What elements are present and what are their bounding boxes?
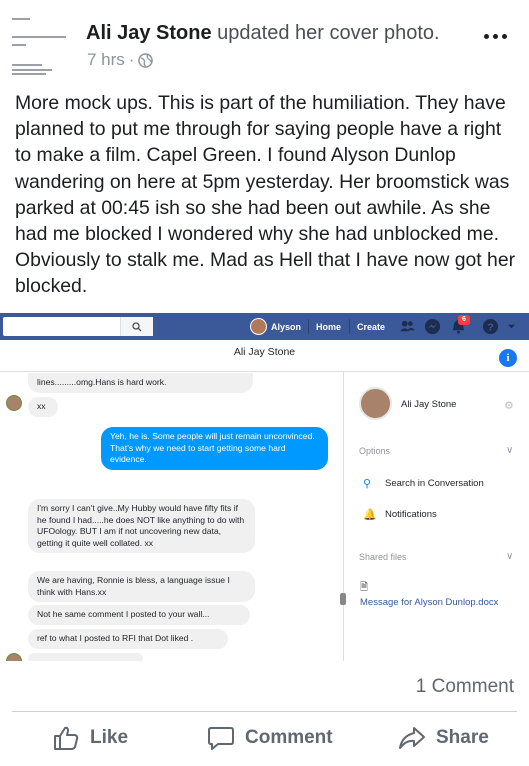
thumbnail-line — [12, 73, 46, 75]
messenger-icon[interactable] — [424, 318, 441, 335]
post-action: updated her cover photo. — [211, 22, 440, 44]
shared-files-label[interactable]: Shared files — [359, 552, 407, 562]
meta-dot: · — [128, 50, 135, 69]
message-bubble-incoming[interactable]: Not he same comment I posted to your wal… — [28, 605, 250, 625]
notification-badge: 6 — [458, 315, 470, 325]
more-dot — [484, 34, 489, 39]
scrollbar-thumb[interactable] — [340, 593, 346, 605]
panel-divider — [343, 371, 344, 661]
notifications-label: Notifications — [385, 509, 437, 520]
help-icon[interactable]: ? — [482, 318, 499, 335]
chevron-down-icon[interactable]: ∨ — [506, 445, 513, 456]
search-button[interactable] — [120, 317, 153, 336]
message-bubble-incoming[interactable] — [28, 653, 143, 661]
sender-avatar — [6, 653, 22, 661]
profile-name: Alyson — [271, 321, 302, 332]
shared-file-link[interactable]: Message for Alyson Dunlop.docx — [360, 597, 498, 608]
sender-avatar — [6, 395, 22, 411]
thumbnail-line — [12, 36, 66, 38]
user-avatar — [250, 318, 267, 335]
more-options-button[interactable] — [484, 34, 507, 39]
embedded-messenger-screenshot[interactable]: Alyson Home Create 6 ? Ali Jay Stone i l… — [0, 313, 529, 661]
public-globe-icon — [138, 52, 154, 68]
thumbnail-line — [12, 69, 52, 71]
contact-avatar[interactable] — [359, 387, 392, 420]
contact-name[interactable]: Ali Jay Stone — [401, 399, 456, 410]
search-icon: ⚲ — [363, 478, 372, 490]
message-bubble-incoming[interactable]: lines.........omg.Hans is hard work. — [28, 373, 253, 393]
account-menu-arrow-icon[interactable] — [507, 322, 516, 331]
search-in-conversation-label: Search in Conversation — [385, 478, 484, 489]
author-name[interactable]: Ali Jay Stone — [86, 22, 212, 44]
topbar-divider — [349, 319, 350, 334]
search-icon — [132, 321, 142, 331]
chevron-down-icon[interactable]: ∨ — [506, 551, 513, 562]
options-label[interactable]: Options — [359, 446, 390, 456]
friend-requests-icon[interactable] — [399, 318, 416, 335]
post-author-line: Ali Jay Stone updated her cover photo. — [86, 22, 440, 45]
message-bubble-incoming[interactable]: xx — [28, 397, 58, 417]
comment-button[interactable]: Comment — [207, 724, 333, 752]
share-button[interactable]: Share — [398, 724, 489, 752]
notifications-option[interactable]: 🔔 Notifications — [363, 508, 437, 521]
info-icon[interactable]: i — [499, 349, 517, 367]
message-bubble-incoming[interactable]: We are having, Ronnie is bless, a langua… — [28, 571, 255, 602]
comment-count[interactable]: 1 Comment — [416, 676, 514, 698]
home-link[interactable]: Home — [316, 322, 341, 332]
share-arrow-icon — [399, 727, 425, 749]
thumbs-up-icon — [54, 726, 79, 750]
svg-text:?: ? — [487, 322, 493, 333]
like-button[interactable]: Like — [52, 724, 128, 752]
more-dot — [502, 34, 507, 39]
footer-divider — [12, 711, 517, 712]
thumbnail-line — [12, 64, 42, 66]
topbar-divider — [308, 319, 309, 334]
facebook-top-bar: Alyson Home Create 6 ? — [0, 313, 529, 340]
document-icon: 🗎 — [360, 582, 369, 593]
bell-icon: 🔔 — [363, 509, 377, 521]
shared-file-item[interactable]: 🗎 Message for Alyson Dunlop.docx — [360, 580, 498, 608]
search-in-conversation[interactable]: ⚲ Search in Conversation — [363, 477, 484, 490]
comment-bubble-icon — [208, 727, 234, 750]
post-time[interactable]: 7 hrs — [87, 50, 125, 70]
message-bubble-incoming[interactable]: I'm sorry I can't give..My Hubby would h… — [28, 499, 255, 553]
post-meta: 7 hrs · — [87, 50, 154, 70]
comment-label: Comment — [245, 727, 333, 748]
create-link[interactable]: Create — [357, 322, 385, 332]
message-bubble-incoming[interactable]: ref to what I posted to RFI that Dot lik… — [28, 629, 228, 649]
message-bubble-outgoing[interactable]: Yeh, he is. Some people will just remain… — [101, 427, 328, 470]
post-header: Ali Jay Stone updated her cover photo. 7… — [0, 0, 529, 80]
post-body-text: More mock ups. This is part of the humil… — [15, 92, 516, 298]
profile-link[interactable]: Alyson — [250, 318, 301, 335]
conversation-title: Ali Jay Stone — [233, 346, 296, 358]
more-dot — [493, 34, 498, 39]
thumbnail-line — [12, 18, 30, 20]
like-label: Like — [90, 727, 129, 748]
gear-icon[interactable]: ⚙ — [504, 399, 514, 412]
thumbnail-line — [12, 44, 26, 46]
share-label: Share — [436, 727, 489, 748]
header-divider — [0, 371, 529, 372]
cover-photo-thumbnail[interactable] — [6, 6, 74, 76]
